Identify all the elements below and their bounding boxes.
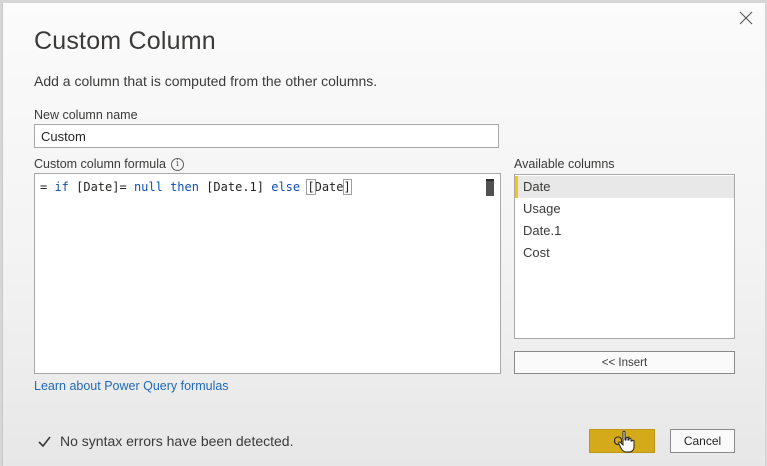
available-column-cost[interactable]: Cost	[515, 242, 734, 264]
new-column-name-label: New column name	[34, 108, 138, 122]
available-columns-label: Available columns	[514, 157, 615, 171]
syntax-status: No syntax errors have been detected.	[37, 433, 293, 449]
keyword-null: null	[133, 180, 163, 194]
formula-label: Custom column formula	[34, 157, 166, 171]
insert-button[interactable]: << Insert	[514, 351, 735, 374]
available-column-date[interactable]: Date	[515, 176, 734, 198]
formula-text[interactable]: = if [Date]= null then [Date.1] else [Da…	[40, 179, 352, 195]
ok-button[interactable]: OK	[589, 429, 655, 453]
checkmark-icon	[38, 436, 51, 447]
keyword-then: then	[170, 180, 199, 194]
info-icon[interactable]: i	[171, 157, 184, 171]
keyword-if: if	[54, 180, 69, 194]
available-column-date1[interactable]: Date.1	[515, 220, 734, 242]
available-column-usage[interactable]: Usage	[515, 198, 734, 220]
available-columns-list[interactable]: Date Usage Date.1 Cost	[514, 174, 735, 339]
dialog-subtitle: Add a column that is computed from the o…	[34, 73, 378, 89]
formula-scrollbar-thumb[interactable]	[486, 179, 494, 196]
learn-power-query-link[interactable]: Learn about Power Query formulas	[34, 379, 229, 393]
custom-column-dialog: Custom Column Add a column that is compu…	[2, 3, 765, 466]
formula-label-row: Custom column formula i	[34, 157, 184, 171]
formula-editor[interactable]: = if [Date]= null then [Date.1] else [Da…	[34, 173, 501, 374]
keyword-else: else	[271, 180, 301, 194]
cancel-button[interactable]: Cancel	[670, 429, 735, 453]
close-icon[interactable]	[739, 11, 753, 25]
new-column-name-input[interactable]	[34, 124, 499, 148]
dialog-title: Custom Column	[34, 27, 216, 55]
syntax-status-text: No syntax errors have been detected.	[60, 433, 294, 449]
